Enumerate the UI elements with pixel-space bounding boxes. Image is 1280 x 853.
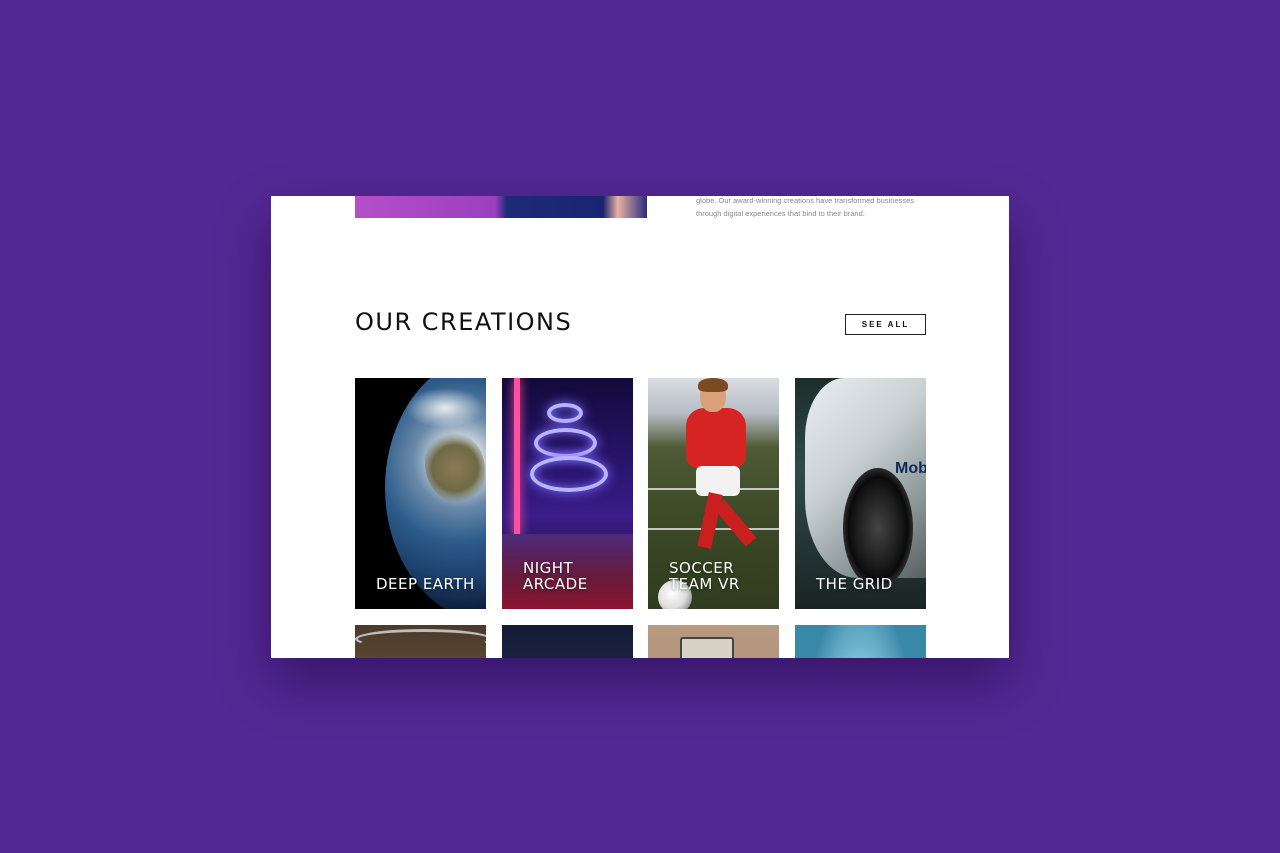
camera-image <box>648 625 779 658</box>
creation-card-deep-earth[interactable]: DEEP EARTH <box>355 378 486 609</box>
aerial-road-image <box>355 625 486 658</box>
intro-text: globe. Our award-winning creations have … <box>696 196 915 218</box>
creation-card-title: NIGHT ARCADE <box>523 559 588 593</box>
creation-card-road[interactable] <box>355 625 486 658</box>
panorama-image <box>795 625 926 658</box>
creation-card-night-arcade[interactable]: NIGHT ARCADE <box>502 378 633 609</box>
section-title: OUR CREATIONS <box>355 308 573 336</box>
website-preview: globe. Our award-winning creations have … <box>271 196 1009 658</box>
creation-card-soccer-team-vr[interactable]: SOCCER TEAM VR <box>648 378 779 609</box>
creation-card-title: THE GRID <box>816 575 893 593</box>
creation-card-sphere[interactable] <box>795 625 926 658</box>
creation-card-title: DEEP EARTH <box>376 575 475 593</box>
creation-card-the-grid[interactable]: Mob THE GRID <box>795 378 926 609</box>
see-all-button[interactable]: SEE ALL <box>845 314 926 335</box>
creation-card-camera[interactable] <box>648 625 779 658</box>
creation-card-night-sky[interactable] <box>502 625 633 658</box>
creation-card-title: SOCCER TEAM VR <box>669 559 740 593</box>
night-sky-image <box>502 625 633 658</box>
hero-image-bottom <box>355 196 647 218</box>
